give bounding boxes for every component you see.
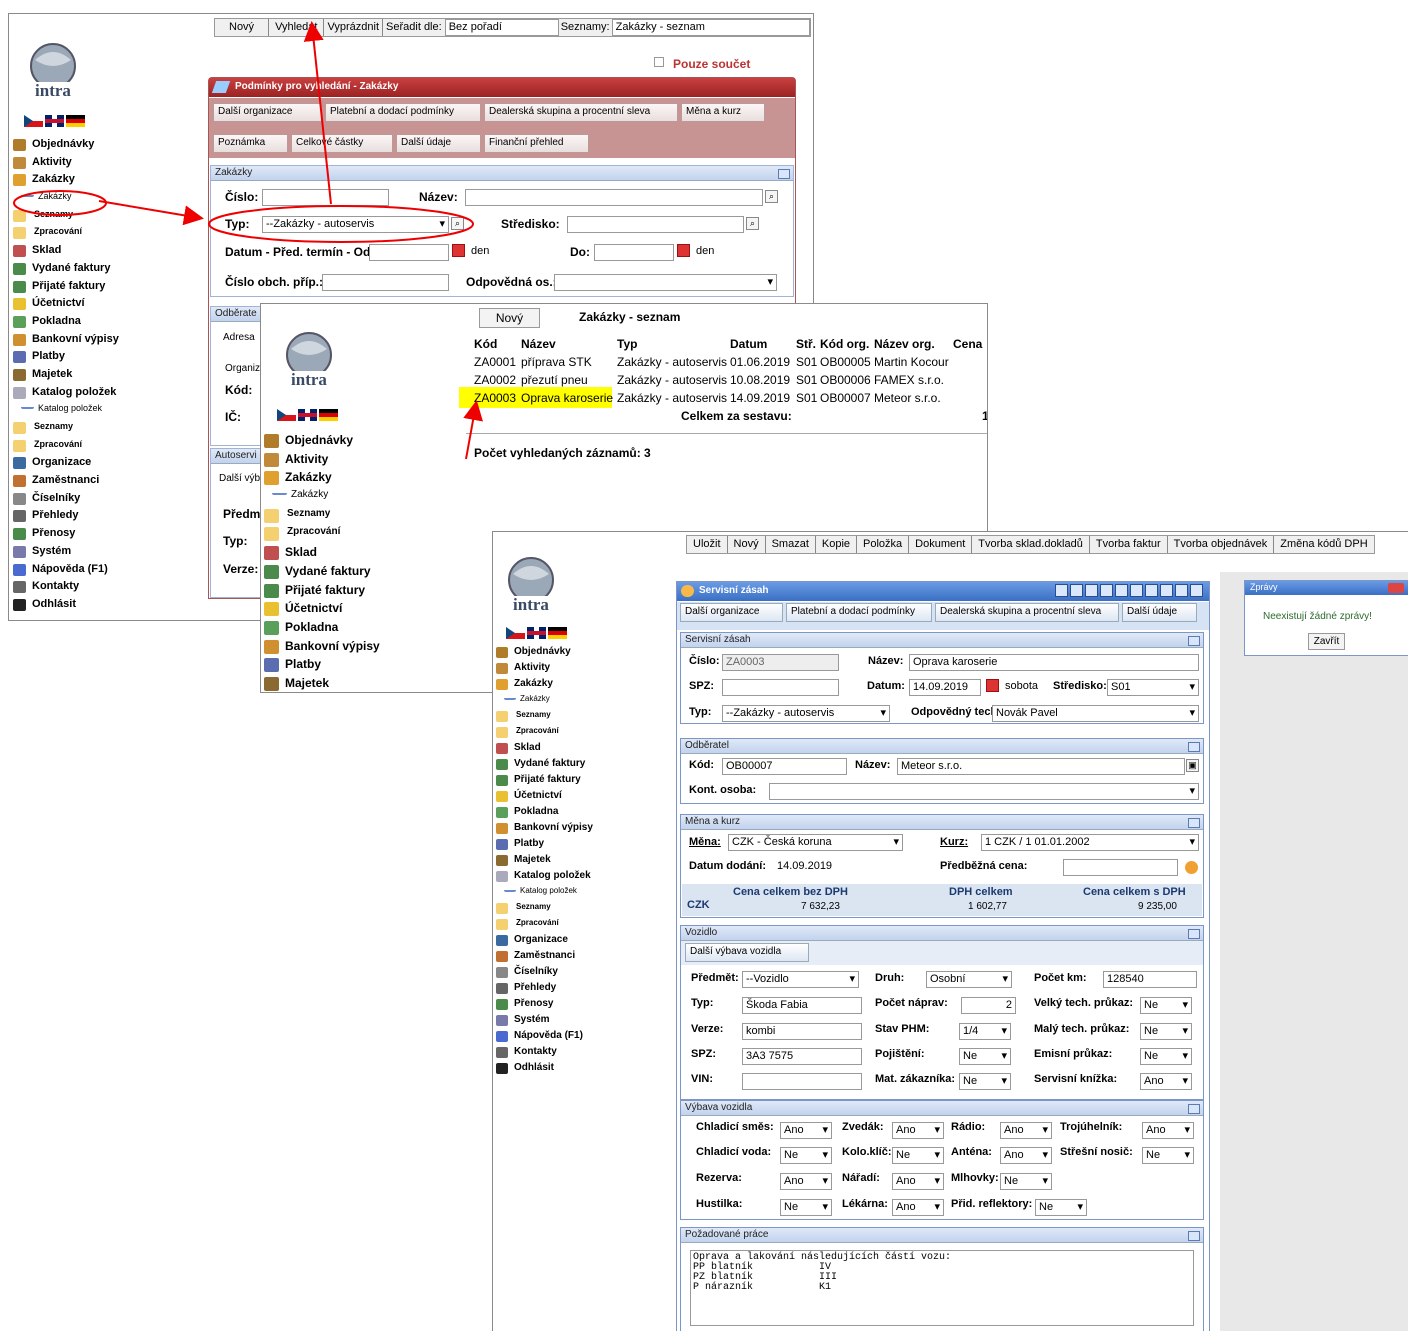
annotation-arrows — [98, 21, 483, 460]
